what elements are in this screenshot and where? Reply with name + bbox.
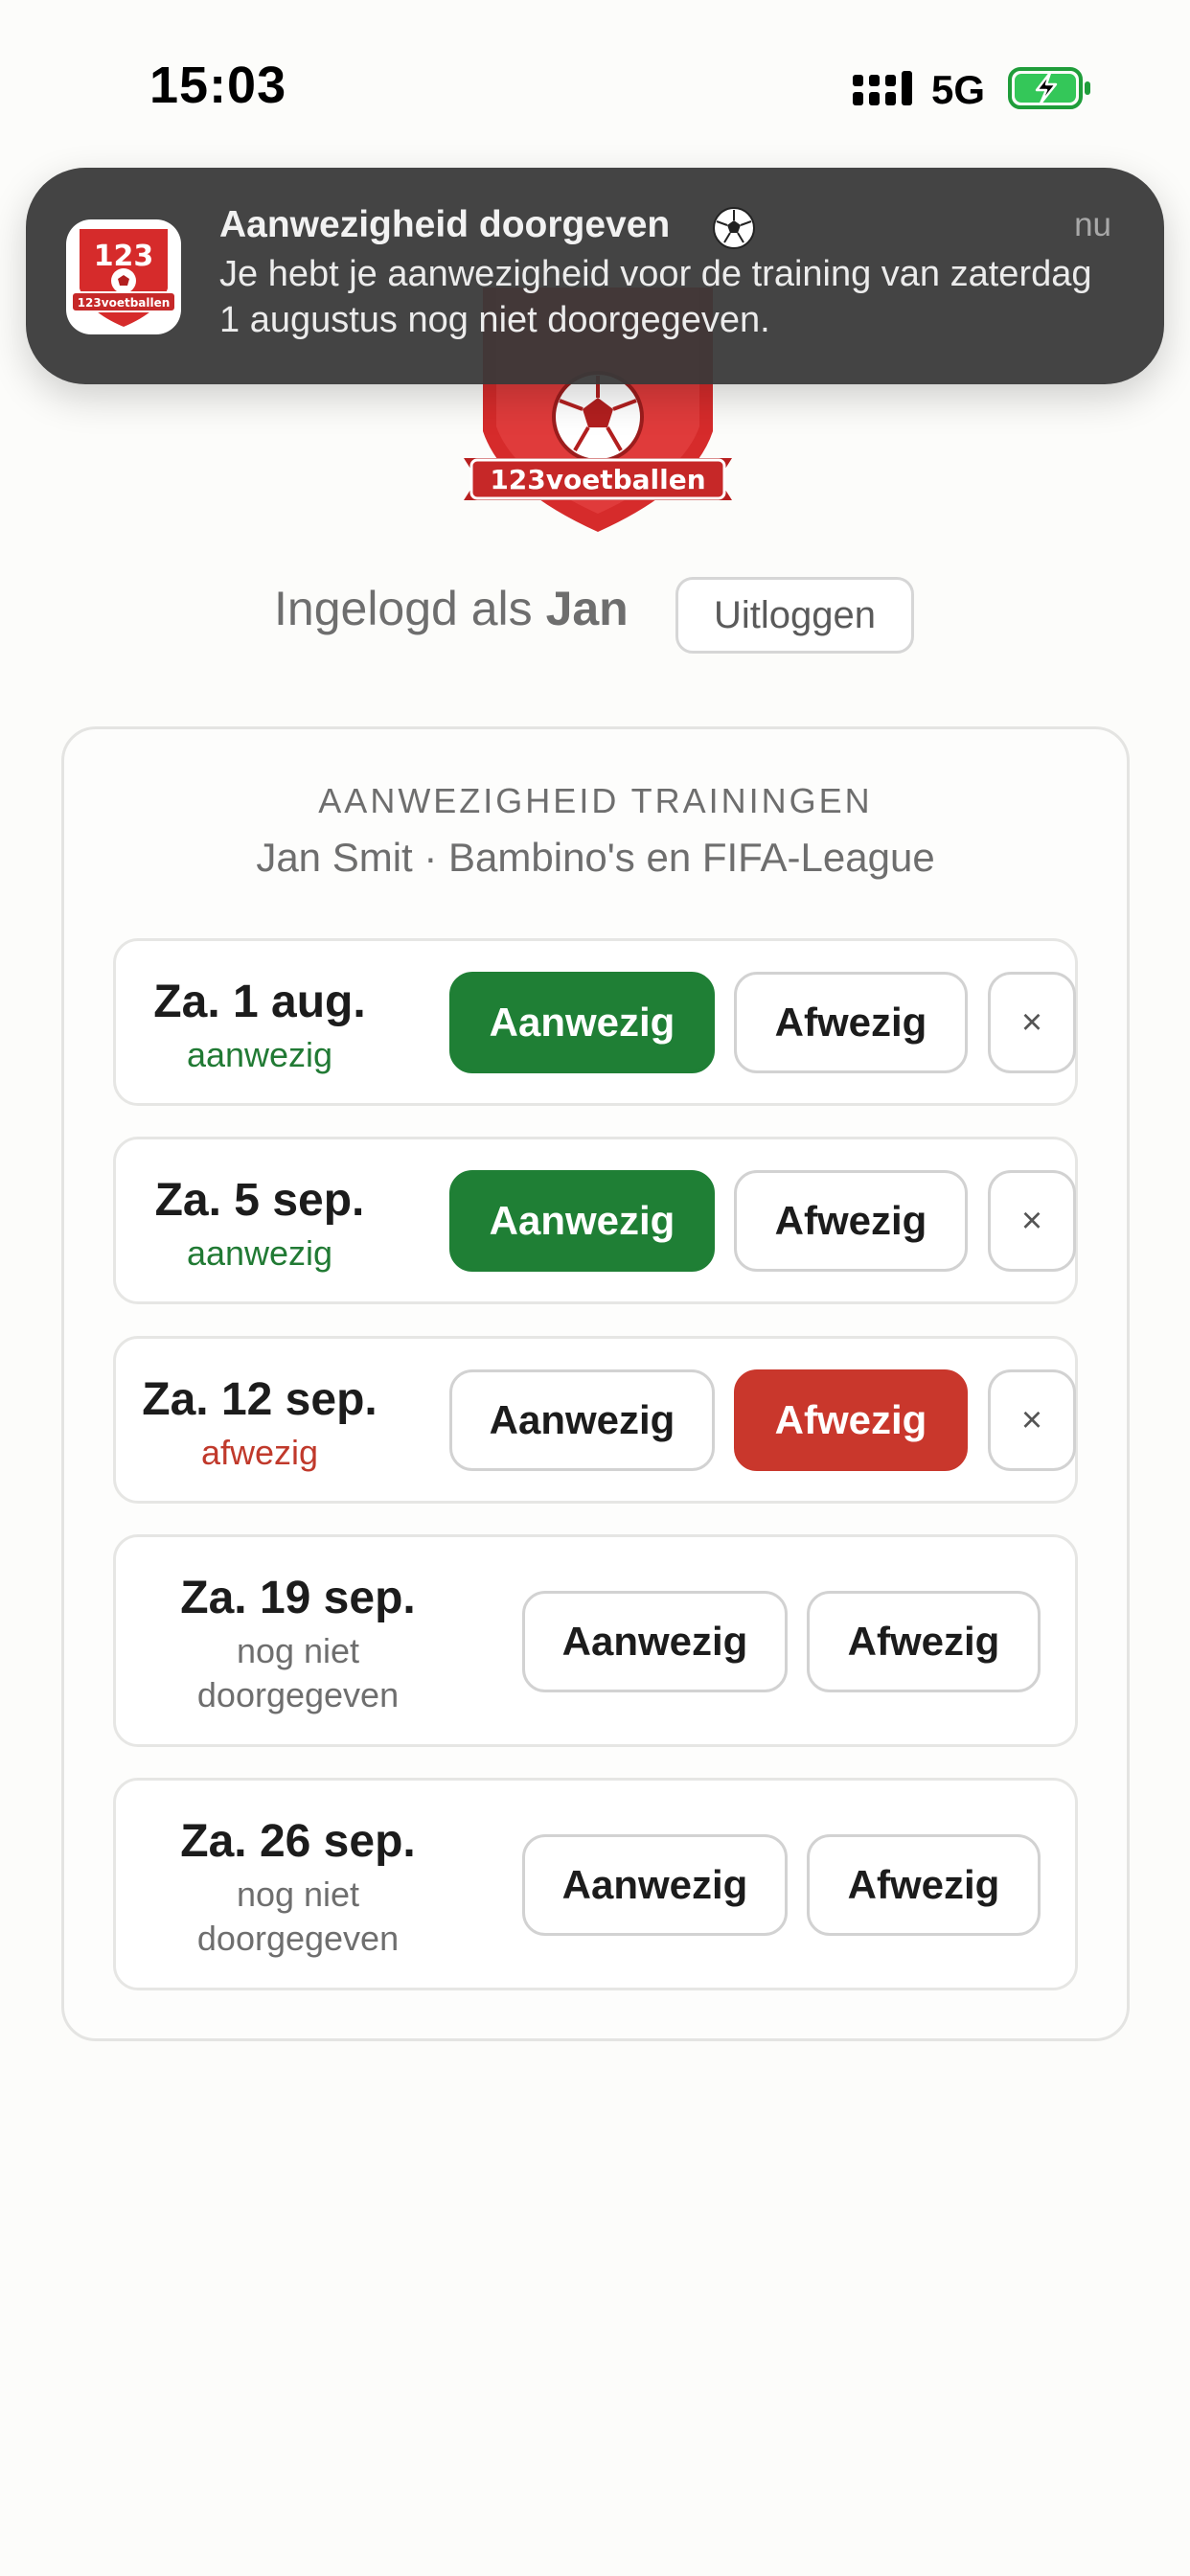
training-row: Za. 12 sep. afwezig Aanwezig Afwezig × [113,1336,1078,1504]
training-status: nog niet doorgegeven [154,1629,442,1717]
present-button[interactable]: Aanwezig [522,1591,788,1692]
training-date: Za. 12 sep. [142,1374,378,1425]
training-date: Za. 26 sep. [180,1816,416,1867]
soccer-ball-icon [713,207,755,249]
app-icon: 123 123voetballen [66,219,181,334]
battery-charging-icon [1008,67,1090,109]
training-row: Za. 5 sep. aanwezig Aanwezig Afwezig × [113,1137,1078,1304]
present-button[interactable]: Aanwezig [449,972,715,1073]
absent-button[interactable]: Afwezig [734,1369,968,1471]
status-time: 15:03 [149,57,287,114]
absent-button[interactable]: Afwezig [807,1591,1041,1692]
training-status-line: nog niet [236,1631,360,1670]
present-button[interactable]: Aanwezig [449,1369,715,1471]
training-status: aanwezig [186,1233,333,1273]
training-date: Za. 1 aug. [153,977,366,1027]
absent-button[interactable]: Afwezig [734,1170,968,1272]
notification-title: Aanwezigheid doorgeven [219,204,671,245]
training-status-line: nog niet [236,1874,360,1914]
absent-button[interactable]: Afwezig [807,1834,1041,1936]
logo-text: 123voetballen [490,464,705,495]
training-date: Za. 5 sep. [154,1175,365,1226]
clear-button[interactable]: × [988,1170,1076,1272]
training-row: Za. 1 aug. aanwezig Aanwezig Afwezig × [113,938,1078,1106]
logged-in-label: Ingelogd als Jan [274,581,629,636]
training-row: Za. 19 sep. nog niet doorgegeven Aanwezi… [113,1534,1078,1747]
absent-button[interactable]: Afwezig [734,972,968,1073]
logout-button[interactable]: Uitloggen [675,577,914,654]
app-logo-icon: 123 123voetballen [71,229,176,327]
status-bar: 15:03 5G [0,0,1190,172]
training-row: Za. 26 sep. nog niet doorgegeven Aanwezi… [113,1778,1078,1990]
push-notification[interactable]: 123 123voetballen Aanwezigheid doorgeven… [26,168,1164,384]
signal-icon [853,71,912,105]
app-icon-subtext: 123voetballen [78,296,171,310]
network-label: 5G [931,67,986,112]
app-screen: 15:03 5G 123voetballen 123 123voetballen… [0,0,1190,2576]
clear-button[interactable]: × [988,1369,1076,1471]
training-status: afwezig [200,1433,319,1472]
training-status-line: doorgegeven [196,1919,400,1958]
training-date: Za. 19 sep. [180,1573,416,1623]
training-status: aanwezig [186,1035,333,1074]
card-heading: AANWEZIGHEID TRAININGEN [318,781,873,820]
attendance-card: AANWEZIGHEID TRAININGEN Jan Smit · Bambi… [61,726,1130,2041]
card-subheading: Jan Smit · Bambino's en FIFA-League [256,835,935,880]
notification-body: Je hebt je aanwezigheid voor de training… [219,254,1092,340]
logged-in-prefix: Ingelogd als [274,582,533,635]
clear-button[interactable]: × [988,972,1076,1073]
notification-time: nu [1074,206,1111,243]
app-icon-number: 123 [94,240,154,273]
present-button[interactable]: Aanwezig [449,1170,715,1272]
present-button[interactable]: Aanwezig [522,1834,788,1936]
training-status: nog niet doorgegeven [154,1873,442,1961]
logged-in-user: Jan [545,582,629,635]
training-status-line: doorgegeven [196,1675,400,1714]
